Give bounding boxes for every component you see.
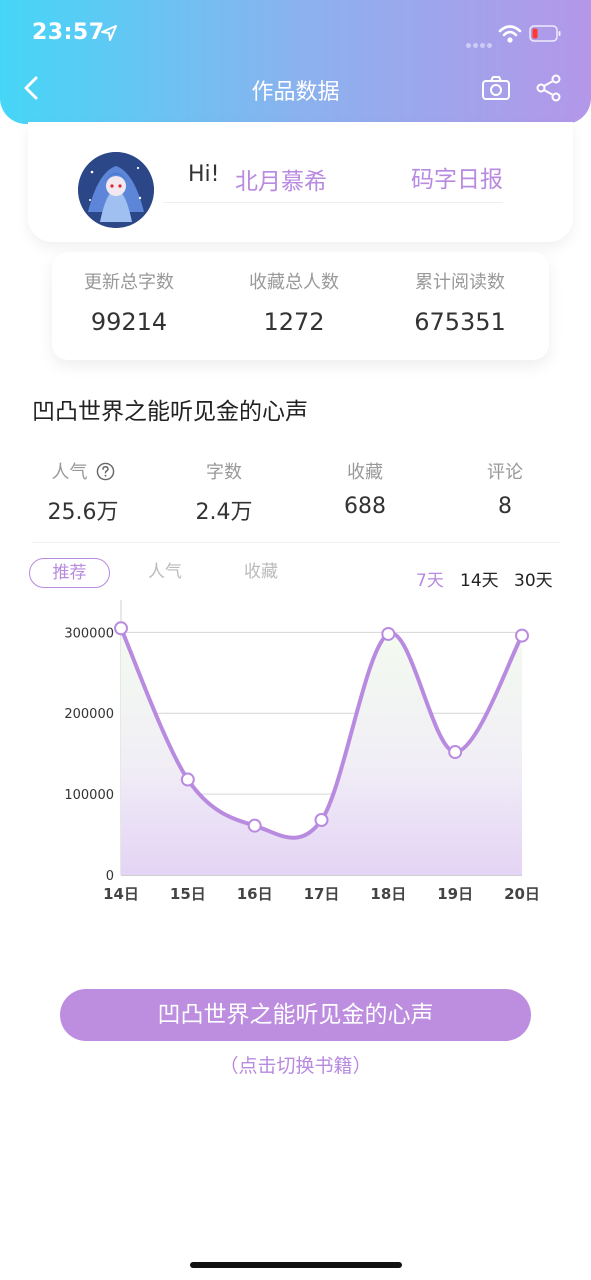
metric-popularity: 人气 25.6万 <box>18 458 148 526</box>
data-point[interactable] <box>314 813 329 827</box>
x-tick-label: 17日 <box>304 885 340 903</box>
stat-total-words: 更新总字数 99214 <box>49 268 209 336</box>
tab-recommend[interactable]: 推荐 <box>29 558 110 588</box>
stat-value: 675351 <box>414 308 506 336</box>
range-30-days[interactable]: 30天 <box>514 566 553 591</box>
location-arrow-icon <box>101 25 117 41</box>
y-tick-label: 200000 <box>64 707 114 722</box>
stat-total-reads: 累计阅读数 675351 <box>380 268 540 336</box>
tab-favorites[interactable]: 收藏 <box>232 558 290 588</box>
wifi-icon <box>498 25 522 43</box>
x-tick-label: 18日 <box>370 885 406 903</box>
metric-word-count: 字数 2.4万 <box>159 458 289 526</box>
stat-label: 累计阅读数 <box>415 272 505 293</box>
metric-label: 人气 <box>51 462 88 483</box>
metric-label: 收藏 <box>347 462 383 483</box>
data-point[interactable] <box>247 818 262 833</box>
x-tick-label: 19日 <box>437 885 473 903</box>
tab-popularity[interactable]: 人气 <box>136 558 194 588</box>
y-tick-label: 0 <box>106 869 114 884</box>
switch-book-hint[interactable]: （点击切换书籍） <box>0 1051 591 1078</box>
signal-dots-icon <box>466 33 494 52</box>
avatar[interactable] <box>78 152 154 228</box>
x-tick-label: 15日 <box>170 885 206 903</box>
book-title: 凹凸世界之能听见金的心声 <box>32 399 308 425</box>
divider <box>163 202 503 203</box>
stat-label: 收藏总人数 <box>249 272 339 293</box>
x-tick-label: 14日 <box>103 885 139 903</box>
app-header: 23:57 作品数据 <box>0 0 591 124</box>
data-point[interactable] <box>180 772 195 787</box>
range-14-days[interactable]: 14天 <box>460 566 499 591</box>
data-point[interactable] <box>515 628 529 643</box>
trend-line-chart: 0 100000 200000 300000 14日 15日 16日 17日 18日 19日 20日 <box>64 600 540 903</box>
data-point[interactable] <box>114 621 128 636</box>
divider <box>32 542 560 543</box>
stat-total-favorites: 收藏总人数 1272 <box>214 268 374 336</box>
metric-label: 字数 <box>206 462 242 483</box>
metric-label: 评论 <box>487 462 523 483</box>
stat-value: 1272 <box>263 308 325 336</box>
data-point[interactable] <box>381 626 396 641</box>
range-7-days[interactable]: 7天 <box>416 566 444 591</box>
metric-value: 2.4万 <box>195 500 253 525</box>
x-tick-label: 16日 <box>237 885 273 903</box>
metric-value: 8 <box>498 494 512 519</box>
stat-label: 更新总字数 <box>84 272 174 293</box>
greeting: Hi! <box>188 162 220 187</box>
metric-favorites: 收藏 688 <box>300 458 430 519</box>
metric-comments: 评论 8 <box>440 458 570 519</box>
metric-value: 25.6万 <box>47 500 119 525</box>
daily-report-link[interactable]: 码字日报 <box>411 160 503 194</box>
stat-value: 99214 <box>90 308 168 336</box>
data-point[interactable] <box>448 745 463 760</box>
metric-value: 688 <box>344 494 386 519</box>
home-indicator <box>190 1262 402 1268</box>
status-time: 23:57 <box>32 20 105 45</box>
username[interactable]: 北月慕希 <box>235 162 327 196</box>
help-icon[interactable] <box>96 462 115 481</box>
totals-card: 更新总字数 99214 收藏总人数 1272 累计阅读数 675351 <box>52 252 549 360</box>
y-tick-label: 300000 <box>64 626 114 641</box>
share-icon[interactable] <box>535 74 563 102</box>
x-tick-label: 20日 <box>504 885 540 903</box>
camera-icon[interactable] <box>481 74 511 102</box>
battery-icon <box>529 25 561 42</box>
y-tick-label: 100000 <box>64 788 114 803</box>
profile-card: Hi! 北月慕希 码字日报 <box>28 122 573 242</box>
switch-book-button[interactable]: 凹凸世界之能听见金的心声 <box>60 989 531 1041</box>
